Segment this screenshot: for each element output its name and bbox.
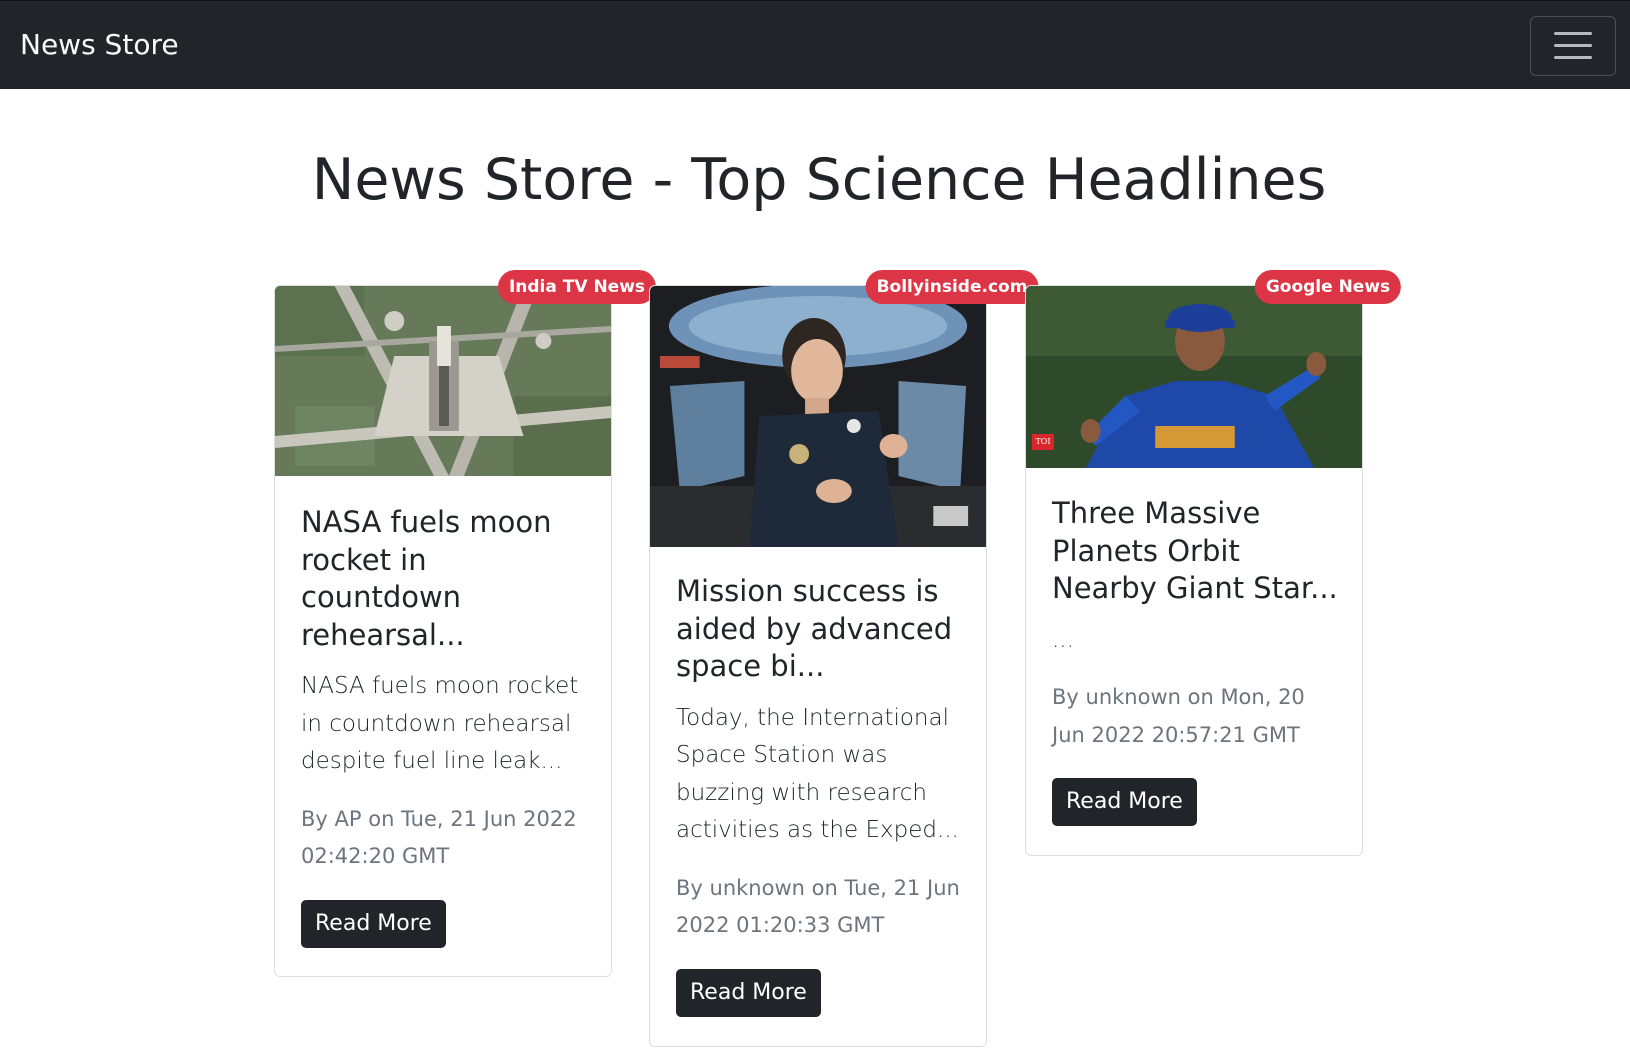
article-description: NASA fuels moon rocket in countdown rehe… [301, 673, 579, 774]
article-image-rocket-launch-pad[interactable] [275, 286, 611, 476]
read-more-button[interactable]: Read More [301, 899, 446, 948]
article-title: Mission success is aided by advanced spa… [676, 574, 953, 683]
news-card: Bollyinside.com Mission success is aided… [649, 270, 1039, 1047]
article-image-astronaut[interactable] [650, 286, 986, 547]
article-meta: By AP on Tue, 21 Jun 2022 02:42:20 GMT [301, 806, 577, 869]
navbar-toggler-button[interactable] [1530, 16, 1616, 76]
navbar: News Store [0, 0, 1630, 89]
article-meta: By unknown on Tue, 21 Jun 2022 01:20:33 … [676, 875, 960, 938]
page-title: News Store - Top Science Headlines [311, 147, 1327, 213]
news-card: TOI Google News Three Massive Planets Or… [1025, 270, 1402, 856]
navbar-brand[interactable]: News Store [20, 27, 179, 63]
news-card: India TV News NASA fuels moon rocket in … [274, 270, 657, 977]
read-more-button[interactable]: Read More [1052, 778, 1197, 826]
article-description: Today, the International Space Station w… [676, 704, 959, 844]
toi-watermark: TOI [1035, 437, 1051, 446]
source-badge: Google News [1254, 270, 1402, 304]
hamburger-menu-icon [1554, 31, 1592, 61]
article-image-cricket-player[interactable]: TOI [1026, 286, 1362, 468]
source-badge: India TV News [497, 270, 657, 304]
source-badge: Bollyinside.com [865, 270, 1039, 304]
card-body: NASA fuels moon rocket in countdown rehe… [301, 504, 589, 948]
article-description: ... [1052, 626, 1074, 653]
article-title: Three Massive Planets Orbit Nearby Giant… [1052, 496, 1338, 605]
article-meta: By unknown on Mon, 20 Jun 2022 20:57:21 … [1052, 685, 1305, 747]
read-more-button[interactable]: Read More [676, 968, 821, 1017]
card-body: Three Massive Planets Orbit Nearby Giant… [1052, 495, 1340, 826]
card-body: Mission success is aided by advanced spa… [676, 573, 964, 1017]
article-title: NASA fuels moon rocket in countdown rehe… [301, 505, 552, 652]
